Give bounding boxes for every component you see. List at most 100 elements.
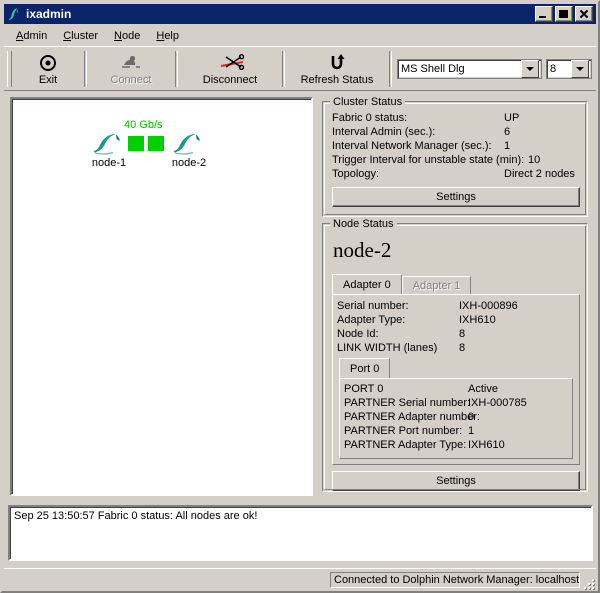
right-column: Cluster Status Fabric 0 status: UP Inter… (320, 96, 590, 496)
adapter-key-link-width: LINK WIDTH (lanes) (337, 342, 438, 354)
font-family-combo-value: MS Shell Dlg (401, 62, 465, 75)
close-button[interactable] (575, 6, 593, 22)
log-line: Sep 25 13:50:57 Fabric 0 status: All nod… (14, 510, 258, 522)
menu-node[interactable]: Node (106, 28, 148, 44)
menu-bar: Admin Cluster Node Help (4, 26, 596, 45)
menu-help-rest: elp (164, 29, 179, 42)
status-bar: Connected to Dolphin Network Manager: lo… (4, 568, 596, 590)
toolbar-separator-1 (84, 50, 87, 87)
menu-cluster[interactable]: Cluster (55, 28, 106, 44)
adapter-value-adapter-type: IXH610 (459, 314, 496, 326)
port-tabstrip: Port 0 (339, 358, 391, 378)
port-key-partner-port-number: PARTNER Port number: (344, 425, 463, 437)
font-family-combo[interactable]: MS Shell Dlg (397, 58, 542, 79)
link-indicator-2[interactable] (148, 136, 164, 151)
toolbar-button-disconnect[interactable]: Disconnect (180, 47, 280, 91)
port-value-port-0: Active (468, 383, 498, 395)
refresh-icon (324, 52, 350, 72)
port-key-port-0: PORT 0 (344, 383, 384, 395)
cluster-value-interval-admin: 6 (504, 126, 511, 138)
resize-grip[interactable] (580, 575, 594, 589)
title-bar: ixadmin (4, 4, 596, 24)
port-key-partner-serial-number: PARTNER Serial number: (344, 397, 471, 409)
cluster-settings-button[interactable]: Settings (332, 187, 580, 207)
cluster-status-group: Cluster Status Fabric 0 status: UP Inter… (322, 96, 588, 217)
topology-canvas[interactable]: 40 Gb/s node-1 node-2 (10, 97, 313, 496)
disconnect-scissors-icon (217, 52, 245, 72)
menu-node-rest: ode (122, 29, 141, 42)
node-label-node-2: node-2 (171, 157, 207, 169)
toolbar-label-connect: Connect (110, 73, 152, 86)
adapter-key-node-id: Node Id: (337, 328, 379, 340)
font-size-combo[interactable]: 8 (546, 58, 592, 79)
chevron-down-icon[interactable] (571, 59, 589, 78)
toolbar-grip[interactable] (7, 50, 12, 87)
tab-adapter-1[interactable]: Adapter 1 (401, 276, 472, 294)
adapter-value-node-id: 8 (459, 328, 466, 340)
toolbar-button-connect[interactable]: Connect (89, 47, 173, 91)
minimize-button[interactable] (535, 6, 553, 22)
port-value-partner-adapter-type: IXH610 (468, 439, 505, 451)
toolbar-label-disconnect: Disconnect (202, 73, 258, 86)
node-label-node-1: node-1 (91, 157, 127, 169)
port-key-partner-adapter-type: PARTNER Adapter Type: (344, 439, 467, 451)
menu-help[interactable]: Help (148, 28, 187, 44)
window-controls (535, 6, 593, 22)
node-icon-node-1[interactable] (92, 131, 126, 155)
port-value-partner-adapter-number: 0 (468, 411, 475, 423)
font-size-combo-value: 8 (550, 62, 557, 75)
maximize-button[interactable] (555, 6, 573, 22)
node-settings-button[interactable]: Settings (332, 471, 580, 491)
adapter-value-link-width: 8 (459, 342, 466, 354)
node-status-title: Node Status (330, 218, 397, 230)
link-speed-label: 40 Gb/s (124, 119, 163, 131)
application-window: ixadmin Admin Cluster Node Help Exit Con… (0, 0, 600, 593)
menu-admin[interactable]: Admin (8, 28, 55, 44)
cluster-key-topology: Topology: (332, 168, 380, 180)
exit-icon (35, 52, 61, 72)
dolphin-icon (6, 6, 22, 22)
port-key-partner-adapter-number: PARTNER Adapter number: (344, 411, 480, 423)
connect-icon (118, 52, 144, 72)
toolbar-separator-2 (175, 50, 178, 87)
adapter-key-adapter-type: Adapter Type: (337, 314, 406, 326)
toolbar-label-exit: Exit (38, 73, 58, 86)
link-indicator-1[interactable] (128, 136, 144, 151)
toolbar-label-refresh-status: Refresh Status (300, 73, 374, 86)
cluster-key-trigger-interval: Trigger Interval for unstable state (min… (332, 154, 525, 166)
toolbar-button-refresh-status[interactable]: Refresh Status (287, 47, 387, 91)
cluster-key-interval-admin: Interval Admin (sec.): (332, 126, 436, 138)
cluster-key-fabric-status: Fabric 0 status: (332, 112, 408, 124)
node-status-group: Node Status node-2 Adapter 0 Adapter 1 S… (322, 218, 588, 492)
port-value-partner-serial-number: IXH-000785 (468, 397, 527, 409)
adapter-value-serial-number: IXH-000896 (459, 300, 518, 312)
status-bar-connection-text: Connected to Dolphin Network Manager: lo… (330, 572, 580, 588)
client-area: 40 Gb/s node-1 node-2 Cluster Status Fab… (4, 92, 596, 501)
status-bar-left-pane (6, 572, 328, 588)
node-name-heading: node-2 (333, 238, 392, 262)
window-title: ixadmin (26, 7, 72, 21)
cluster-key-interval-network-manager: Interval Network Manager (sec.): (332, 140, 492, 152)
cluster-value-fabric-status: UP (504, 112, 520, 124)
log-panel[interactable]: Sep 25 13:50:57 Fabric 0 status: All nod… (8, 505, 593, 561)
cluster-value-interval-network-manager: 1 (504, 140, 511, 152)
menu-cluster-rest: luster (71, 29, 99, 42)
adapter-key-serial-number: Serial number: (337, 300, 409, 312)
topology-diagram: 40 Gb/s node-1 node-2 (82, 119, 252, 179)
menu-admin-rest: dmin (23, 29, 48, 42)
toolbar-button-exit[interactable]: Exit (14, 47, 82, 91)
cluster-value-topology: Direct 2 nodes (504, 168, 575, 180)
toolbar-separator-4 (389, 50, 392, 87)
chevron-down-icon[interactable] (521, 59, 539, 78)
tab-adapter-0[interactable]: Adapter 0 (332, 274, 402, 294)
port-value-partner-port-number: 1 (468, 425, 475, 437)
node-icon-node-2[interactable] (172, 131, 206, 155)
tab-port-0[interactable]: Port 0 (339, 358, 391, 378)
adapter-0-panel: Serial number: IXH-000896 Adapter Type: … (332, 294, 580, 465)
cluster-status-title: Cluster Status (330, 96, 406, 108)
cluster-value-trigger-interval: 10 (528, 154, 541, 166)
toolbar-separator-3 (282, 50, 285, 87)
adapter-tabstrip: Adapter 0 Adapter 1 (332, 274, 472, 294)
toolbar: Exit Connect Disconnect Refresh Status M… (4, 46, 596, 91)
port-0-panel: PORT 0 Active PARTNER Serial number: IXH… (339, 378, 573, 459)
